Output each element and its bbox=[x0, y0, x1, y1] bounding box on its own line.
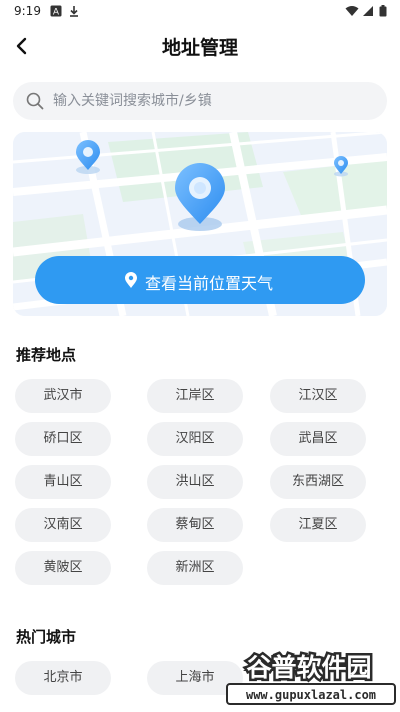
search-input[interactable] bbox=[53, 82, 373, 120]
recommended-place-chip[interactable]: 武昌区 bbox=[270, 422, 366, 456]
current-location-weather-label: 查看当前位置天气 bbox=[145, 276, 274, 293]
search-icon bbox=[26, 92, 44, 110]
map-pin-small-icon bbox=[76, 140, 100, 174]
recommended-place-chip[interactable]: 武汉市 bbox=[15, 379, 111, 413]
download-icon bbox=[70, 6, 78, 17]
status-bar: 9:19 A bbox=[0, 0, 400, 24]
header: 地址管理 bbox=[0, 28, 400, 64]
recommended-place-chip[interactable]: 硚口区 bbox=[15, 422, 111, 456]
watermark-brand: 谷普软件园 bbox=[246, 653, 371, 682]
recommended-place-chip[interactable]: 新洲区 bbox=[147, 551, 243, 585]
recommended-place-chip[interactable]: 汉阳区 bbox=[147, 422, 243, 456]
page-title: 地址管理 bbox=[161, 37, 238, 59]
recommended-place-chip[interactable]: 蔡甸区 bbox=[147, 508, 243, 542]
recommended-place-chip[interactable]: 江汉区 bbox=[270, 379, 366, 413]
recommended-places-title: 推荐地点 bbox=[16, 346, 77, 364]
hot-cities-title: 热门城市 bbox=[16, 628, 77, 646]
map-pin-tiny-icon bbox=[334, 156, 348, 177]
search-bar[interactable] bbox=[13, 82, 387, 120]
signal-icon bbox=[363, 6, 373, 16]
recommended-place-chip[interactable]: 洪山区 bbox=[147, 465, 243, 499]
recommended-place-chip[interactable]: 青山区 bbox=[15, 465, 111, 499]
location-pin-icon bbox=[125, 272, 137, 288]
wifi-icon bbox=[345, 6, 359, 16]
site-watermark-logo: 谷普软件园 www.gupuxlazal.com bbox=[226, 651, 396, 705]
a-badge-icon: A bbox=[50, 5, 62, 17]
recommended-place-chip[interactable]: 东西湖区 bbox=[270, 465, 366, 499]
recommended-place-chip[interactable]: 黄陂区 bbox=[15, 551, 111, 585]
watermark-url: www.gupuxlazal.com bbox=[246, 688, 376, 702]
svg-text:A: A bbox=[53, 8, 60, 18]
current-location-weather-button[interactable]: 查看当前位置天气 bbox=[35, 256, 365, 304]
recommended-place-chip[interactable]: 江岸区 bbox=[147, 379, 243, 413]
map-pin-large-icon bbox=[175, 162, 225, 231]
recommended-place-chip[interactable]: 汉南区 bbox=[15, 508, 111, 542]
hot-city-chip[interactable]: 北京市 bbox=[15, 661, 111, 695]
status-time: 9:19 bbox=[14, 4, 41, 18]
recommended-place-chip[interactable]: 江夏区 bbox=[270, 508, 366, 542]
battery-icon bbox=[379, 5, 387, 17]
